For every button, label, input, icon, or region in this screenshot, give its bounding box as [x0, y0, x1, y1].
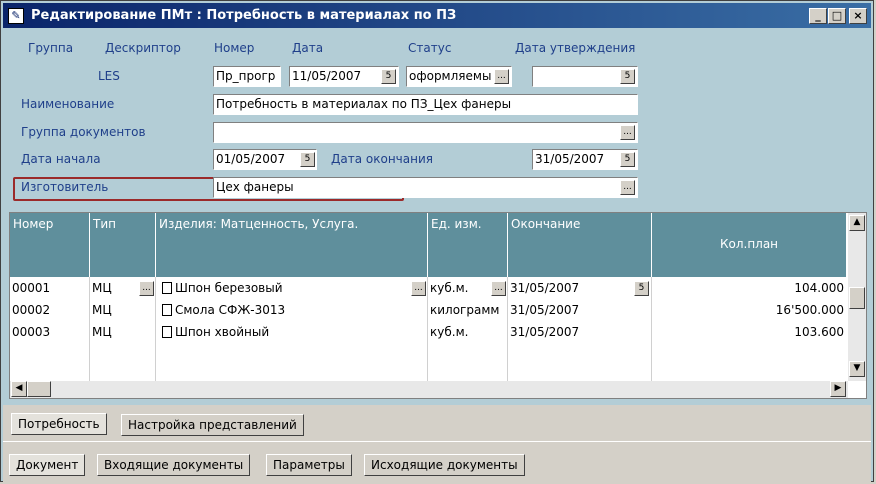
number-label: Номер	[214, 41, 255, 55]
row-number: 00003	[12, 325, 51, 339]
status-label: Статус	[408, 41, 452, 55]
row-end: 31/05/2007	[510, 325, 580, 339]
item-ellipsis-icon[interactable]: ...	[411, 281, 426, 296]
tab-requirements[interactable]: Потребность	[11, 413, 107, 435]
row-number: 00001	[12, 281, 51, 295]
vertical-scroll-thumb[interactable]	[849, 287, 865, 309]
maximize-button[interactable]: □	[828, 8, 846, 24]
end-calendar-icon[interactable]: 5	[634, 281, 649, 296]
manufacturer-label: Изготовитель	[21, 180, 109, 194]
row-end: 31/05/2007	[510, 303, 580, 317]
row-type: МЦ	[92, 303, 112, 317]
row-unit: куб.м.	[430, 325, 469, 339]
end-date-calendar-icon[interactable]: 5	[620, 152, 635, 167]
scroll-up-icon[interactable]: ▲	[849, 215, 865, 231]
row-item-text: Шпон хвойный	[175, 325, 270, 339]
row-end: 31/05/2007	[510, 281, 580, 295]
tab-incoming-docs[interactable]: Входящие документы	[97, 454, 251, 476]
tab-outgoing-docs[interactable]: Исходящие документы	[364, 454, 525, 476]
window-title: Редактирование ПМт : Потребность в матер…	[31, 8, 457, 23]
group-label: Группа	[28, 41, 74, 55]
tab-strip-top: Потребность Настройка представлений	[3, 405, 871, 441]
col-header-number[interactable]: Номер	[10, 213, 90, 277]
row-item: Смола СФЖ-3013	[160, 300, 426, 321]
items-grid[interactable]: Номер Тип Изделия: Матценность, Услуга. …	[9, 212, 867, 399]
doc-group-label: Группа документов	[21, 125, 146, 139]
scroll-left-icon[interactable]: ◀	[11, 381, 27, 397]
manufacturer-field[interactable]: Цех фанеры	[213, 177, 638, 198]
row-number: 00002	[12, 303, 51, 317]
name-field[interactable]: Потребность в материалах по ПЗ_Цех фанер…	[213, 94, 638, 115]
date-calendar-icon[interactable]: 5	[381, 69, 396, 84]
col-header-qty[interactable]: Кол.план	[652, 213, 847, 277]
tab-parameters[interactable]: Параметры	[266, 454, 352, 476]
tab-view-settings[interactable]: Настройка представлений	[121, 414, 304, 436]
start-date-value: 01/05/2007	[216, 152, 286, 166]
editor-window: ✎ Редактирование ПМт : Потребность в мат…	[0, 0, 874, 482]
row-item: Шпон хвойный	[160, 322, 426, 343]
row-qty: 16'500.000	[775, 303, 844, 317]
row-type: МЦ	[92, 325, 112, 339]
date-label: Дата	[292, 41, 324, 55]
col-header-end[interactable]: Окончание	[508, 213, 652, 277]
doc-group-ellipsis-icon[interactable]: ...	[620, 125, 635, 140]
row-item-text: Смола СФЖ-3013	[175, 303, 286, 317]
horizontal-scrollbar[interactable]	[10, 381, 848, 398]
status-value: оформляемы	[409, 69, 492, 83]
descriptor-label: Дескриптор	[105, 41, 181, 55]
approval-date-label: Дата утверждения	[515, 41, 636, 55]
row-unit: килограмм	[430, 303, 500, 317]
app-icon: ✎	[8, 8, 24, 24]
type-ellipsis-icon[interactable]: ...	[139, 281, 154, 296]
document-icon	[162, 326, 172, 338]
name-label: Наименование	[21, 97, 115, 111]
start-date-label: Дата начала	[21, 152, 101, 166]
status-ellipsis-icon[interactable]: ...	[494, 69, 509, 84]
end-date-value: 31/05/2007	[535, 152, 605, 166]
document-icon	[162, 304, 172, 316]
tab-strip-bottom: Документ Входящие документы Параметры Ис…	[3, 441, 871, 482]
tab-document[interactable]: Документ	[9, 454, 86, 476]
approval-calendar-icon[interactable]: 5	[620, 69, 635, 84]
doc-group-field[interactable]	[213, 122, 638, 143]
unit-ellipsis-icon[interactable]: ...	[491, 281, 506, 296]
manufacturer-ellipsis-icon[interactable]: ...	[620, 180, 635, 195]
document-icon	[162, 282, 172, 294]
row-unit: куб.м.	[430, 281, 469, 295]
scroll-right-icon[interactable]: ▶	[830, 381, 846, 397]
row-item-text: Шпон березовый	[175, 281, 283, 295]
col-header-unit[interactable]: Ед. изм.	[428, 213, 508, 277]
row-qty: 104.000	[794, 281, 844, 295]
col-header-item[interactable]: Изделия: Матценность, Услуга.	[156, 213, 428, 277]
scroll-down-icon[interactable]: ▼	[849, 361, 865, 377]
title-bar[interactable]: ✎ Редактирование ПМт : Потребность в мат…	[3, 3, 871, 28]
les-label: LES	[98, 69, 120, 83]
grid-divider	[155, 277, 156, 397]
date-value: 11/05/2007	[292, 69, 362, 83]
start-date-calendar-icon[interactable]: 5	[300, 152, 315, 167]
row-item: Шпон березовый	[160, 278, 410, 299]
end-date-label: Дата окончания	[331, 152, 433, 166]
number-field[interactable]: Пр_прогр	[213, 66, 281, 87]
row-type: МЦ	[92, 281, 112, 295]
minimize-button[interactable]: _	[809, 8, 827, 24]
col-header-type[interactable]: Тип	[90, 213, 156, 277]
row-qty: 103.600	[794, 325, 844, 339]
horizontal-scroll-thumb[interactable]	[27, 381, 51, 397]
close-button[interactable]: ×	[849, 8, 867, 24]
